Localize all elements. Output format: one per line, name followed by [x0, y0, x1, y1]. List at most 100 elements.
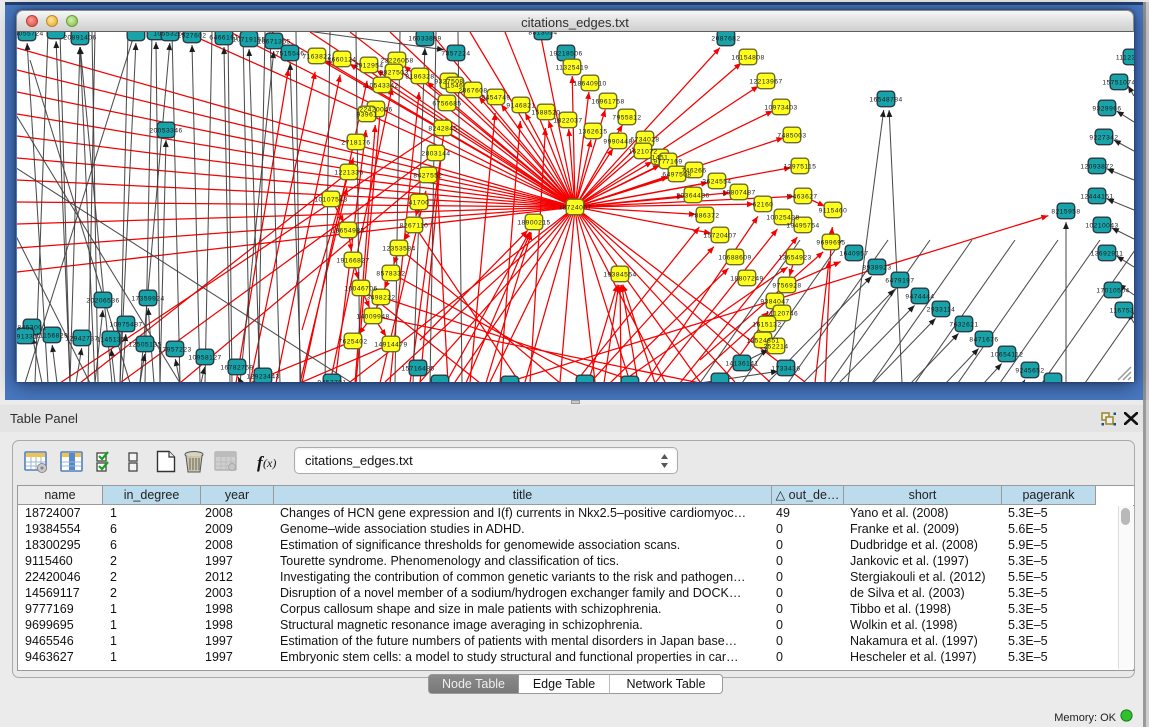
- svg-text:9990448: 9990448: [603, 139, 632, 146]
- svg-text:10688609: 10688609: [718, 255, 751, 262]
- svg-text:7625402: 7625402: [338, 339, 367, 346]
- svg-text:7485003: 7485003: [777, 133, 806, 140]
- svg-text:2718176: 2718176: [341, 140, 370, 147]
- svg-text:12923443: 12923443: [246, 374, 279, 381]
- svg-text:12942737: 12942737: [65, 336, 98, 343]
- svg-text:10025438: 10025438: [766, 215, 799, 222]
- svg-text:7515546: 7515546: [275, 51, 304, 58]
- svg-text:18900215: 18900215: [517, 220, 550, 227]
- svg-text:(x): (x): [263, 456, 276, 470]
- svg-text:16671355: 16671355: [257, 39, 290, 46]
- svg-text:9146821: 9146821: [506, 103, 535, 110]
- svg-text:9329966: 9329966: [1092, 106, 1121, 113]
- svg-text:16548784: 16548784: [869, 97, 902, 104]
- svg-text:13692911: 13692911: [1091, 251, 1124, 258]
- svg-text:18724007: 18724007: [558, 205, 591, 212]
- svg-text:1145135: 1145135: [97, 337, 126, 344]
- svg-text:17010504: 17010504: [1096, 288, 1129, 295]
- svg-text:9463627: 9463627: [788, 194, 817, 201]
- svg-text:18640910: 18640910: [573, 81, 606, 88]
- svg-text:10958127: 10958127: [188, 355, 221, 362]
- svg-text:16961758: 16961758: [591, 99, 624, 106]
- svg-text:2933114: 2933114: [927, 307, 956, 314]
- svg-text:7857224: 7857224: [441, 51, 470, 58]
- svg-text:10107543: 10107543: [314, 197, 347, 204]
- svg-text:2803144: 2803144: [421, 151, 450, 158]
- svg-text:14009948: 14009948: [356, 314, 389, 321]
- svg-text:6756685: 6756685: [432, 101, 461, 108]
- svg-text:20206536: 20206536: [86, 298, 119, 305]
- svg-text:9384047: 9384047: [760, 299, 789, 306]
- svg-text:1822037: 1822037: [553, 118, 582, 125]
- svg-text:8660124: 8660124: [327, 57, 356, 64]
- svg-text:9756928: 9756928: [772, 283, 801, 290]
- svg-text:8427552: 8427552: [413, 173, 442, 180]
- svg-text:8267110: 8267110: [400, 223, 429, 230]
- svg-text:8912954: 8912954: [354, 63, 383, 70]
- svg-text:9699695: 9699695: [816, 240, 845, 247]
- svg-text:19218506: 19218506: [549, 51, 582, 58]
- svg-text:20053346: 20053346: [149, 128, 182, 135]
- svg-text:10210043: 10210043: [1085, 223, 1118, 230]
- svg-text:3624554: 3624554: [702, 179, 731, 186]
- svg-text:11325419: 11325419: [556, 65, 589, 72]
- svg-text:17359924: 17359924: [131, 296, 164, 303]
- svg-text:8454749: 8454749: [481, 95, 510, 102]
- svg-text:9115460: 9115460: [819, 208, 848, 215]
- svg-text:14914479: 14914479: [374, 342, 407, 349]
- svg-text:9245652: 9245652: [1015, 368, 1044, 375]
- svg-text:8242845: 8242845: [428, 126, 457, 133]
- svg-text:12353584: 12353584: [382, 246, 415, 253]
- svg-text:1527602: 1527602: [177, 33, 206, 40]
- svg-text:10654112: 10654112: [991, 352, 1024, 359]
- svg-text:15720407: 15720407: [703, 233, 736, 240]
- svg-text:2087682: 2087682: [711, 36, 740, 43]
- svg-text:17957223: 17957223: [158, 347, 191, 354]
- svg-text:20364436: 20364436: [676, 193, 709, 200]
- svg-text:1362615: 1362615: [578, 129, 607, 136]
- svg-text:15716485: 15716485: [401, 366, 434, 373]
- svg-text:1640957: 1640957: [839, 251, 868, 258]
- svg-text:10807487: 10807487: [722, 190, 755, 197]
- svg-text:8471676: 8471676: [969, 337, 998, 344]
- svg-text:19495754: 19495754: [786, 223, 819, 230]
- svg-text:8578332: 8578332: [376, 271, 405, 278]
- svg-text:13654923: 13654923: [778, 255, 811, 262]
- svg-text:9457791: 9457791: [317, 380, 346, 383]
- svg-text:12505135: 12505135: [128, 342, 161, 349]
- svg-text:8813054: 8813054: [528, 32, 557, 37]
- svg-text:9474444: 9474444: [905, 294, 934, 301]
- svg-text:14055724: 14055724: [17, 32, 44, 38]
- svg-text:11120746: 11120746: [766, 311, 798, 318]
- svg-text:10975487: 10975487: [109, 322, 142, 329]
- svg-text:15751074: 15751074: [1102, 80, 1134, 87]
- svg-text:12213967: 12213967: [749, 79, 782, 86]
- svg-text:7632621: 7632621: [949, 322, 978, 329]
- svg-text:1167531: 1167531: [1110, 308, 1134, 315]
- svg-text:93961: 93961: [357, 112, 378, 119]
- svg-text:12093872: 12093872: [1080, 164, 1113, 171]
- svg-text:11156829: 11156829: [36, 333, 68, 340]
- svg-text:9227342: 9227342: [1089, 135, 1118, 142]
- svg-text:10046706: 10046706: [344, 286, 377, 293]
- svg-text:41700: 41700: [409, 200, 430, 207]
- svg-text:1615132: 1615132: [752, 322, 781, 329]
- svg-text:9777169: 9777169: [653, 159, 682, 166]
- svg-text:12975115: 12975115: [784, 164, 817, 171]
- svg-text:20891406: 20891406: [63, 35, 96, 42]
- svg-text:6479197: 6479197: [885, 278, 914, 285]
- svg-text:23226058: 23226058: [380, 58, 413, 65]
- svg-text:12444151: 12444151: [1080, 194, 1113, 201]
- svg-text:10973403: 10973403: [764, 105, 797, 112]
- svg-text:16154808: 16154808: [731, 55, 764, 62]
- svg-text:2867608: 2867608: [458, 88, 487, 95]
- svg-text:6734028: 6734028: [630, 137, 659, 144]
- svg-text:1588520: 1588520: [531, 110, 560, 117]
- svg-text:19384554: 19384554: [603, 272, 636, 279]
- svg-text:252214: 252214: [763, 344, 788, 351]
- svg-text:746266: 746266: [681, 168, 706, 175]
- svg-text:16033809: 16033809: [408, 36, 441, 43]
- svg-text:1733436: 1733436: [771, 366, 800, 373]
- svg-text:7955812: 7955812: [612, 115, 641, 122]
- svg-text:19654985: 19654985: [331, 228, 364, 235]
